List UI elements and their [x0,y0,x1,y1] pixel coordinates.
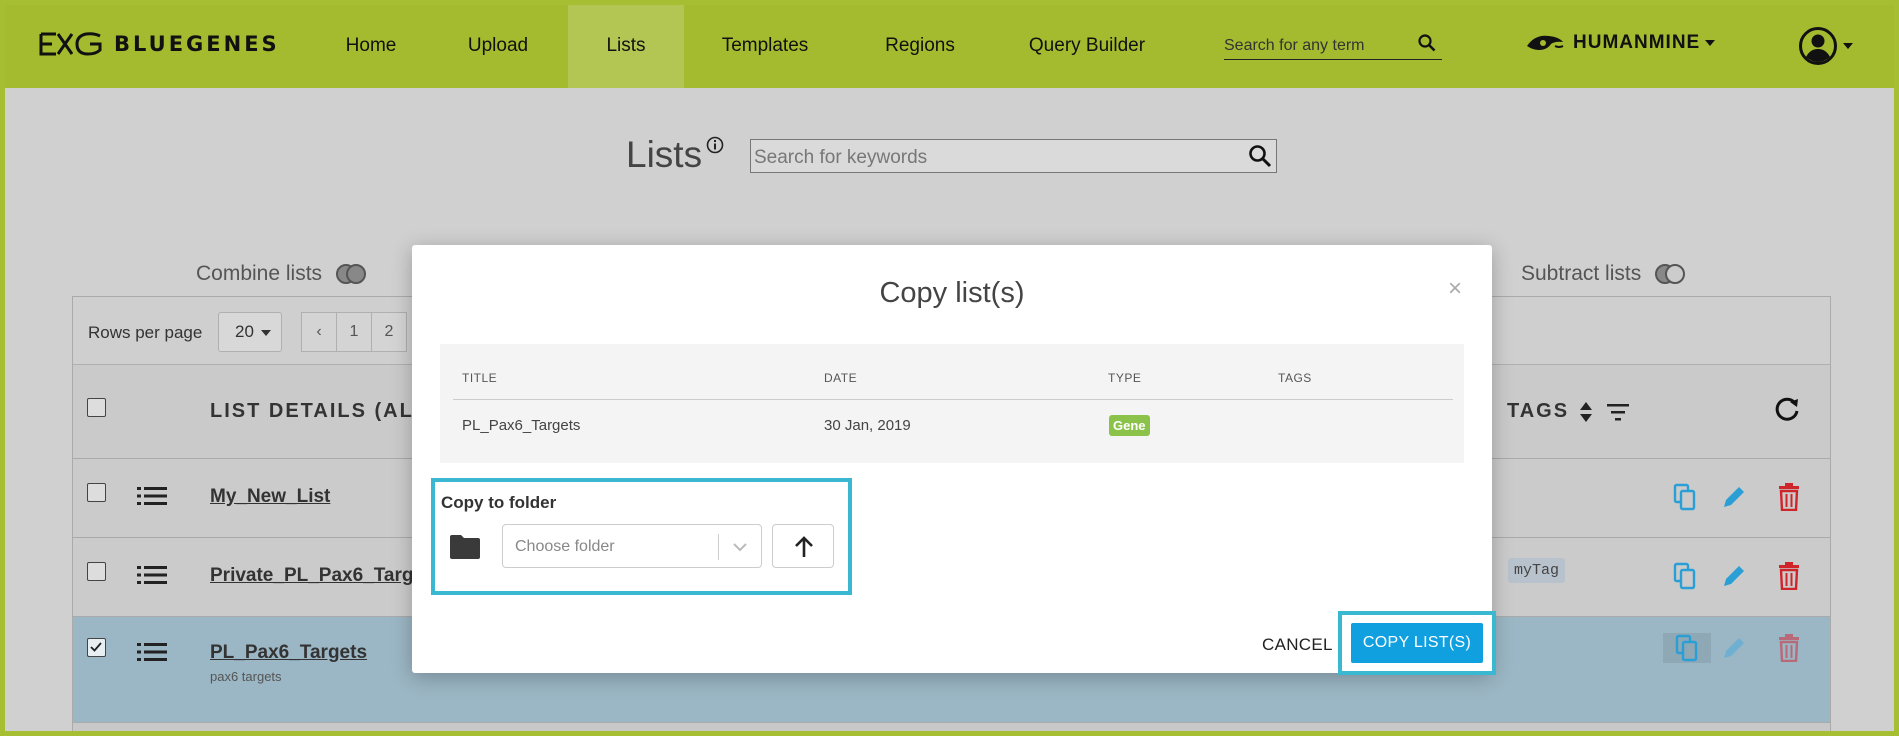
cancel-button[interactable]: CANCEL [1262,635,1333,655]
divider [453,399,1453,400]
copy-to-folder-label: Copy to folder [441,493,557,512]
col-type-header: TYPE [1108,371,1142,385]
col-title-header: TITLE [462,371,498,385]
copy-button-highlight: COPY LIST(S) [1338,611,1496,675]
folder-select[interactable]: Choose folder [502,524,762,568]
arrow-up-icon [795,536,813,557]
parent-folder-button[interactable] [772,524,834,568]
cell-title: PL_Pax6_Targets [462,417,581,434]
folder-icon [450,535,480,559]
select-separator [718,534,719,560]
folder-select-placeholder: Choose folder [515,538,615,555]
type-badge: Gene [1109,415,1150,436]
selected-lists-table: TITLE DATE TYPE TAGS PL_Pax6_Targets 30 … [440,344,1464,463]
chevron-down-icon[interactable] [731,538,749,556]
modal-title: Copy list(s) [879,277,1025,309]
cell-date: 30 Jan, 2019 [824,417,911,434]
copy-to-folder-section: Copy to folder Choose folder [431,478,852,595]
col-tags-header: TAGS [1278,371,1312,385]
close-icon[interactable]: × [1448,275,1462,303]
copy-lists-modal: Copy list(s) × TITLE DATE TYPE TAGS PL_P… [412,245,1496,675]
col-date-header: DATE [824,371,858,385]
copy-lists-button[interactable]: COPY LIST(S) [1351,623,1483,663]
